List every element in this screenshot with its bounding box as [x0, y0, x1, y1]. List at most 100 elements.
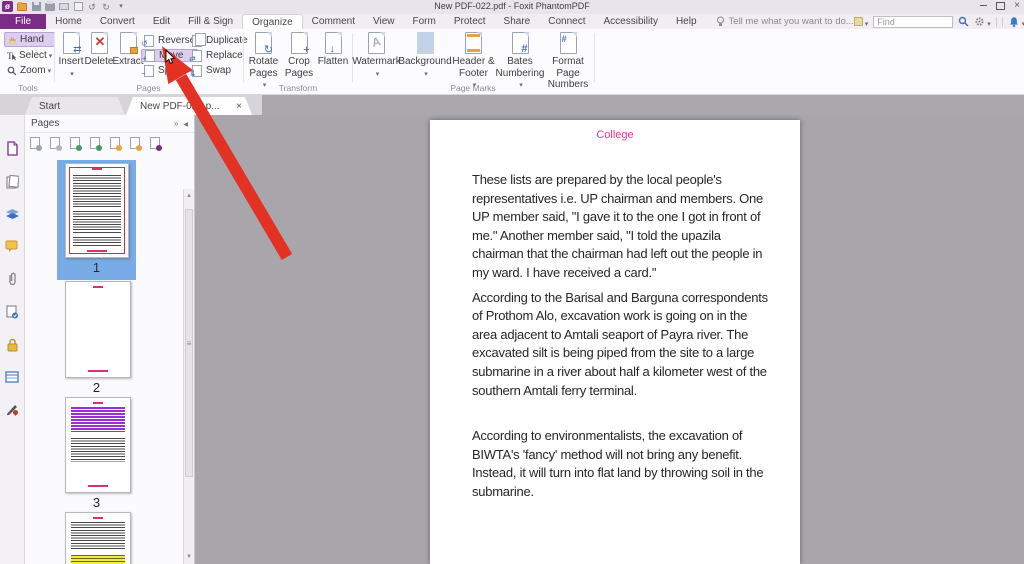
- replace-pages-icon[interactable]: [90, 136, 102, 151]
- attachments-panel-icon[interactable]: [6, 272, 19, 286]
- tab-home[interactable]: Home: [46, 14, 91, 29]
- swap-icon: ⇅: [189, 64, 202, 77]
- hand-tool-label: Hand: [20, 34, 44, 45]
- extract-label: Extract: [112, 56, 144, 67]
- foxit-phantompdf-window: ↺ ↻ New PDF-022.pdf - Foxit PhantomPDF F…: [0, 0, 1024, 564]
- start-tab-label: Start: [39, 100, 61, 112]
- doc-body: These lists are prepared by the local pe…: [472, 171, 774, 502]
- bookmarks-panel-icon[interactable]: [5, 175, 19, 189]
- split-pages-icon[interactable]: [150, 136, 162, 151]
- background-label: Background: [398, 56, 452, 67]
- thumbnail-list: 1 2 3: [25, 152, 194, 564]
- scrollbar-thumb[interactable]: [185, 209, 193, 477]
- maximize-button[interactable]: [995, 1, 1005, 10]
- hand-tool-button[interactable]: Hand: [4, 32, 56, 47]
- document-view-area: College These lists are prepared by the …: [196, 115, 1024, 564]
- find-settings-gear-icon[interactable]: [974, 13, 991, 31]
- pdf-page[interactable]: College These lists are prepared by the …: [430, 120, 800, 564]
- flatten-label: Flatten: [317, 56, 349, 67]
- separator: [995, 16, 997, 27]
- destinations-panel-icon[interactable]: [5, 305, 19, 319]
- watermark-button[interactable]: A Watermark: [352, 29, 401, 91]
- rotate-pages-icon: ↻: [255, 32, 273, 56]
- panel-collapse-icon[interactable]: [183, 119, 188, 128]
- rotate-pages-label: Rotate Pages: [248, 56, 279, 79]
- scroll-down-icon[interactable]: [184, 551, 194, 563]
- lightbulb-icon: [716, 16, 724, 26]
- delete-page-icon: ✕: [90, 32, 108, 54]
- crop-pages-icon: +: [290, 32, 310, 56]
- close-button[interactable]: [1012, 1, 1022, 10]
- tab-fill-sign[interactable]: Fill & Sign: [179, 14, 242, 29]
- tab-view[interactable]: View: [364, 14, 404, 29]
- security-panel-icon[interactable]: [6, 338, 19, 352]
- zoom-tool-button[interactable]: Zoom: [4, 64, 55, 77]
- background-button[interactable]: Background: [398, 29, 452, 91]
- zoom-tool-label: Zoom: [20, 65, 51, 76]
- insert-pages-icon[interactable]: [30, 136, 42, 151]
- page-thumbnail-1[interactable]: [65, 163, 129, 258]
- extract-pages-icon[interactable]: [70, 136, 82, 151]
- format-page-numbers-button[interactable]: # Format Page Numbers: [543, 29, 593, 91]
- tab-organize[interactable]: Organize: [242, 14, 303, 29]
- swap-pages-icon[interactable]: [130, 136, 142, 151]
- insert-pages-button[interactable]: ⇄ Insert: [57, 29, 85, 79]
- bates-numbering-button[interactable]: # Bates Numbering: [496, 29, 544, 91]
- layers-panel-icon[interactable]: [5, 208, 20, 221]
- group-separator: [594, 33, 595, 82]
- pages-panel-toolbar: [25, 133, 194, 152]
- pages-panel-scrollbar[interactable]: [183, 189, 194, 564]
- page-thumbnail-3[interactable]: [65, 397, 131, 493]
- delete-pages-icon[interactable]: [50, 136, 62, 151]
- tab-form[interactable]: Form: [404, 14, 445, 29]
- header-footer-button[interactable]: Header & Footer: [450, 29, 497, 91]
- minimize-button[interactable]: [978, 1, 988, 10]
- flatten-button[interactable]: ↓ Flatten: [316, 29, 350, 91]
- notifications-bell-icon[interactable]: [1008, 13, 1024, 31]
- tab-share[interactable]: Share: [495, 14, 540, 29]
- group-label-transform: Transform: [278, 83, 318, 93]
- delete-pages-button[interactable]: ✕ Delete: [85, 29, 113, 79]
- swap-pages-button[interactable]: ⇅ Swap: [189, 64, 251, 77]
- panel-expand-icon[interactable]: [174, 119, 178, 128]
- rotate-pages-button[interactable]: ↻ Rotate Pages: [245, 29, 282, 91]
- replace-pages-button[interactable]: ⇄ Replace: [189, 49, 251, 62]
- close-tab-icon[interactable]: [236, 101, 242, 112]
- find-input[interactable]: [873, 15, 954, 28]
- tab-protect[interactable]: Protect: [445, 14, 495, 29]
- extract-pages-button[interactable]: Extract: [112, 29, 144, 79]
- zoom-magnifier-icon: [7, 66, 17, 75]
- tab-comment[interactable]: Comment: [303, 14, 364, 29]
- tab-edit[interactable]: Edit: [144, 14, 179, 29]
- tell-me-box[interactable]: Tell me what you want to do...: [716, 14, 854, 29]
- duplicate-pages-button[interactable]: Duplicate: [189, 32, 251, 47]
- page-thumbnails-panel-icon[interactable]: [5, 141, 19, 156]
- digital-signatures-panel-icon[interactable]: [5, 402, 19, 416]
- page-thumbnail-2[interactable]: [65, 281, 131, 378]
- watermark-icon: A: [368, 32, 385, 54]
- comments-panel-icon[interactable]: [5, 240, 19, 253]
- flatten-icon: ↓: [324, 32, 342, 55]
- duplicate-pages-icon[interactable]: [110, 136, 122, 151]
- pages-panel-header: Pages: [25, 115, 194, 133]
- group-separator: [243, 33, 244, 82]
- tab-help[interactable]: Help: [667, 14, 706, 29]
- group-label-pages: Pages: [136, 83, 161, 93]
- search-icon[interactable]: [958, 16, 969, 27]
- scroll-up-icon[interactable]: [184, 190, 194, 202]
- group-transform: ↻ Rotate Pages + Crop Pages ↓ Flatten Tr…: [245, 29, 351, 95]
- doc-tab-start[interactable]: Start: [25, 97, 125, 115]
- select-tool-button[interactable]: T Select: [4, 49, 55, 62]
- tab-file[interactable]: File: [0, 14, 47, 29]
- tab-convert[interactable]: Convert: [91, 14, 144, 29]
- thumbnail-3-number: 3: [92, 495, 101, 510]
- crop-pages-button[interactable]: + Crop Pages: [282, 29, 316, 91]
- tab-connect[interactable]: Connect: [539, 14, 594, 29]
- tab-accessibility[interactable]: Accessibility: [594, 14, 666, 29]
- duplicate-label: Duplicate: [206, 35, 248, 46]
- split-icon: −: [141, 64, 154, 77]
- fields-panel-icon[interactable]: [5, 371, 19, 383]
- doc-tab-active[interactable]: New PDF-022.p...: [126, 97, 252, 115]
- page-thumbnail-4[interactable]: [65, 512, 131, 564]
- highlight-all-icon[interactable]: [853, 13, 869, 31]
